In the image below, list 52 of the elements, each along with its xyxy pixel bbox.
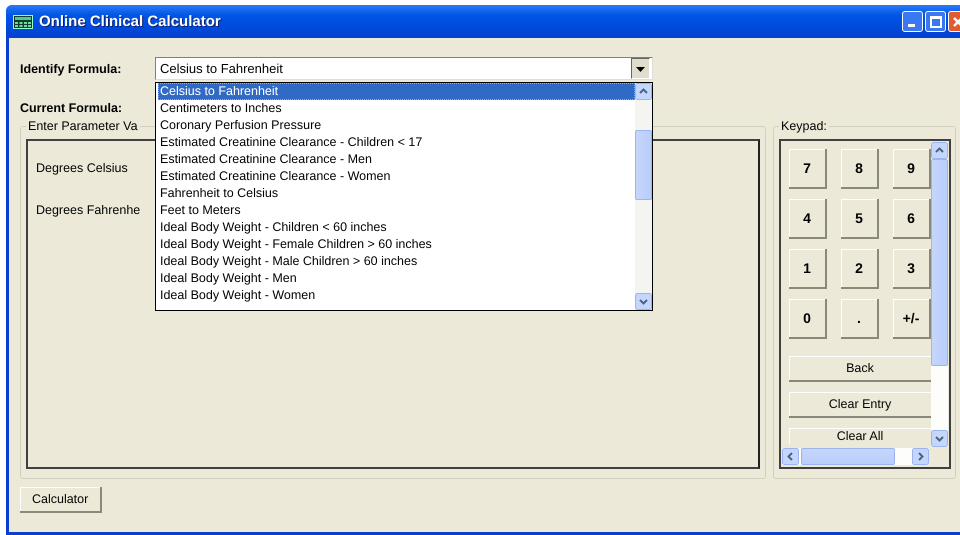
scroll-up-icon[interactable] [635, 83, 652, 100]
keypad-key[interactable]: 7 [789, 149, 827, 189]
maximize-icon [930, 16, 942, 28]
keypad-action-button[interactable]: Back [789, 356, 931, 382]
dropdown-option[interactable]: Ideal Body Weight - Men [158, 270, 635, 287]
group-label: Enter Parameter Va [27, 119, 139, 133]
dropdown-option[interactable]: Estimated Creatinine Clearance - Children < 17 [158, 134, 635, 151]
keypad-key[interactable]: 0 [789, 299, 827, 339]
calculator-icon [13, 14, 33, 28]
dropdown-option[interactable]: Fahrenheit to Celsius [158, 185, 635, 202]
dropdown-option[interactable]: Centimeters to Inches [158, 100, 635, 117]
keypad-key[interactable]: 8 [841, 149, 879, 189]
window-title: Online Clinical Calculator [39, 13, 221, 30]
dropdown-option[interactable]: Celsius to Fahrenheit [158, 83, 635, 100]
keypad-key[interactable]: 3 [893, 249, 931, 289]
dropdown-option[interactable]: Ideal Body Weight - Children < 60 inches [158, 219, 635, 236]
scrollbar[interactable] [931, 142, 948, 447]
minimize-icon [908, 24, 914, 27]
keypad-key[interactable]: 5 [841, 199, 879, 239]
close-icon [952, 16, 960, 26]
parameter-label: Degrees Fahrenhe [36, 203, 140, 217]
keypad-key[interactable]: 4 [789, 199, 827, 239]
keypad-key[interactable]: 1 [789, 249, 827, 289]
scrollbar[interactable] [782, 448, 929, 465]
keypad-key[interactable]: 2 [841, 249, 879, 289]
current-formula-label: Current Formula: [20, 101, 122, 115]
maximize-button[interactable] [925, 11, 946, 32]
keypad-key[interactable]: 9 [893, 149, 931, 189]
dropdown-option[interactable]: Ideal Body Weight - Male Children > 60 inches [158, 253, 635, 270]
dropdown-option[interactable]: Estimated Creatinine Clearance - Men [158, 151, 635, 168]
scroll-right-icon[interactable] [912, 448, 929, 465]
formula-dropdown[interactable]: Celsius to Fahrenheit [155, 57, 653, 80]
keypad-key[interactable]: +/- [893, 299, 931, 339]
scroll-down-icon[interactable] [635, 293, 652, 310]
scroll-left-icon[interactable] [782, 448, 799, 465]
calculator-button[interactable]: Calculator [20, 487, 102, 513]
dropdown-option[interactable]: Feet to Meters [158, 202, 635, 219]
keypad-action-button[interactable]: Clear All [789, 428, 931, 444]
dropdown-option[interactable]: Coronary Perfusion Pressure [158, 117, 635, 134]
keypad-key[interactable]: . [841, 299, 879, 339]
dropdown-option[interactable]: Estimated Creatinine Clearance - Women [158, 168, 635, 185]
minimize-button[interactable] [902, 11, 923, 32]
scroll-up-icon[interactable] [931, 142, 948, 159]
scroll-down-icon[interactable] [931, 430, 948, 447]
parameter-label: Degrees Celsius [36, 161, 128, 175]
group-label: Keypad: [780, 119, 828, 133]
dropdown-option[interactable]: Ideal Body Weight - Women [158, 287, 635, 304]
scrollbar[interactable] [635, 83, 652, 310]
keypad-action-button[interactable]: Clear Entry [789, 392, 931, 418]
keypad-key[interactable]: 6 [893, 199, 931, 239]
identify-formula-label: Identify Formula: [20, 62, 122, 76]
dropdown-option[interactable]: Ideal Body Weight - Female Children > 60 inches [158, 236, 635, 253]
